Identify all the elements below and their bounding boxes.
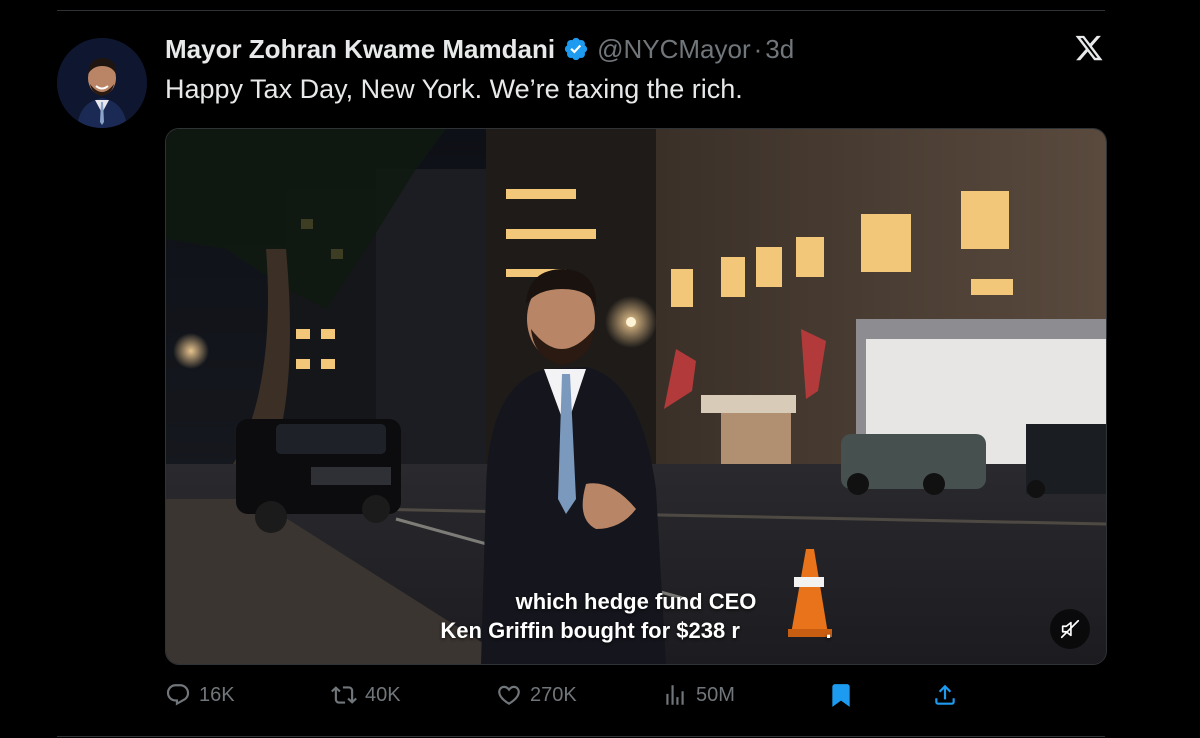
- like-count: 270K: [530, 683, 577, 706]
- video-player[interactable]: which hedge fund CEO Ken Griffin bought …: [165, 128, 1107, 665]
- verified-badge-icon[interactable]: [563, 36, 589, 62]
- mute-button[interactable]: [1050, 609, 1090, 649]
- avatar[interactable]: [57, 38, 147, 128]
- repost-count: 40K: [365, 683, 401, 706]
- top-divider: [57, 10, 1105, 11]
- views-icon: [666, 685, 684, 705]
- reply-button[interactable]: 16K: [165, 680, 235, 710]
- repost-icon: [331, 686, 357, 704]
- repost-button[interactable]: 40K: [331, 680, 401, 710]
- views-count: 50M: [696, 683, 735, 706]
- post-actions: 16K 40K 270K 50M: [0, 680, 1200, 710]
- caption-line-2: Ken Griffin bought for $238 r .: [440, 618, 832, 643]
- mute-icon: [1060, 619, 1080, 639]
- video-caption: which hedge fund CEO Ken Griffin bought …: [166, 587, 1106, 645]
- share-icon: [935, 684, 955, 705]
- caption-line-1: which hedge fund CEO: [515, 589, 757, 614]
- like-button[interactable]: 270K: [496, 680, 577, 710]
- post-text: Happy Tax Day, New York. We’re taxing th…: [165, 74, 743, 104]
- post-time[interactable]: 3d: [765, 34, 794, 65]
- video-frame: [166, 129, 1106, 664]
- author-handle[interactable]: @NYCMayor: [597, 34, 751, 65]
- bookmark-icon: [832, 684, 850, 707]
- reply-count: 16K: [199, 683, 235, 706]
- post-header: Mayor Zohran Kwame Mamdani @NYCMayor · 3…: [165, 30, 794, 68]
- like-icon: [498, 685, 520, 705]
- reply-icon: [166, 684, 190, 706]
- share-button[interactable]: [932, 680, 958, 710]
- x-logo-icon: [1074, 33, 1104, 63]
- author-name[interactable]: Mayor Zohran Kwame Mamdani: [165, 34, 555, 65]
- bottom-divider: [57, 736, 1105, 737]
- views-button[interactable]: 50M: [662, 680, 735, 710]
- separator-dot: ·: [753, 33, 763, 64]
- bookmark-button[interactable]: [828, 680, 854, 710]
